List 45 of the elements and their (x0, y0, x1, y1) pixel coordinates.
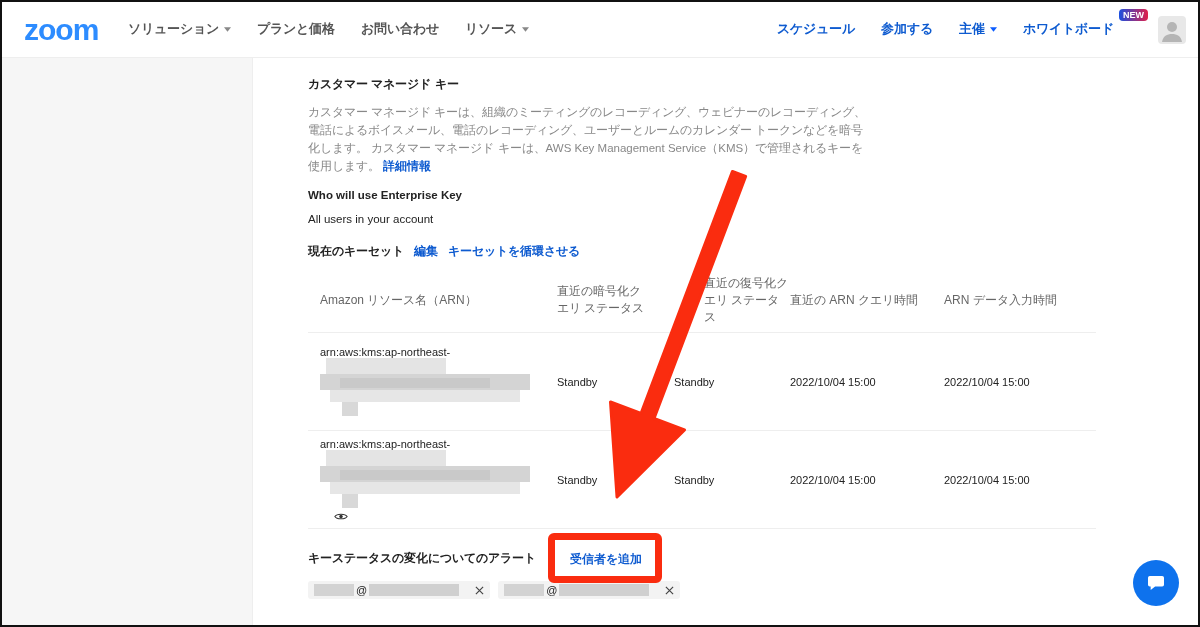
arn-text: arn:aws:kms:ap-northeast- (320, 438, 451, 450)
who-value: All users in your account (308, 213, 435, 225)
zoom-logo[interactable]: zoom (24, 12, 99, 47)
chat-button[interactable] (1133, 560, 1179, 606)
nav-menu-item[interactable]: リソース (465, 21, 530, 38)
nav-menu-item[interactable]: ソリューション (128, 21, 232, 38)
eye-icon[interactable] (334, 512, 348, 521)
nav-menu-item[interactable]: 主催 (959, 21, 997, 38)
who-label: Who will use Enterprise Key (308, 189, 463, 201)
description-text: カスタマー マネージド キーは、組織のミーティングのレコーディング、ウェビナーのレコーディング、電話によるボイスメール、電話のレコーディング、ユーザーとルームのカレンダー トークンなどを暗号化します。 カスタマー マネージド キーは、AWS Key Management Service（KMS）で管理されるキーを使用します。 詳細情報 (308, 105, 868, 174)
chat-icon (1147, 575, 1165, 591)
column-header: 直近の暗号化クエリ ステータス (557, 283, 646, 317)
column-header: ARN データ入力時間 (944, 291, 1058, 309)
table-cell-text: Standby (674, 375, 716, 388)
new-badge: NEW (1119, 9, 1148, 21)
email-text: @ (546, 584, 558, 596)
column-header: Amazon リソース名（ARN） (319, 291, 478, 309)
caret-icon (990, 27, 997, 32)
close-icon[interactable] (665, 585, 675, 595)
nav-menu-item[interactable]: スケジュール (777, 21, 855, 38)
table-cell-text: 2022/10/04 15:00 (790, 473, 877, 486)
redacted-drawing (314, 584, 354, 596)
more-info-link[interactable]: 詳細情報 (383, 160, 432, 172)
table-cell-text: 2022/10/04 15:00 (944, 375, 1031, 388)
add-recipient-link[interactable]: 受信者を追加 (570, 553, 642, 565)
keyset-title: 現在のキーセット (308, 244, 404, 259)
table-cell-text: 2022/10/04 15:00 (790, 375, 877, 388)
arn-text: arn:aws:kms:ap-northeast- (320, 345, 451, 358)
email-text: @ (356, 584, 368, 596)
nav-menu-item[interactable]: プランと価格 (257, 21, 336, 38)
caret-icon (224, 27, 232, 32)
keyset-link[interactable]: キーセットを循環させる (448, 243, 580, 260)
caret-icon (522, 27, 530, 32)
nav-menu-item[interactable]: お問い合わせ (361, 21, 440, 38)
column-header: 直近の ARN クエリ時間 (790, 291, 919, 309)
keyset-link[interactable]: 編集 (414, 243, 438, 260)
alert-title: キーステータスの変化についてのアラート (308, 550, 536, 566)
nav-menu-item[interactable]: 参加する (881, 21, 933, 38)
table-cell-text: Standby (557, 473, 599, 486)
section-title: カスタマー マネージド キー (308, 76, 460, 93)
close-icon[interactable] (475, 585, 485, 595)
redacted-drawing (504, 584, 545, 596)
table-cell-text: Standby (674, 473, 716, 486)
table-cell-text: Standby (557, 375, 599, 388)
table-cell-text: 2022/10/04 15:00 (944, 473, 1031, 486)
